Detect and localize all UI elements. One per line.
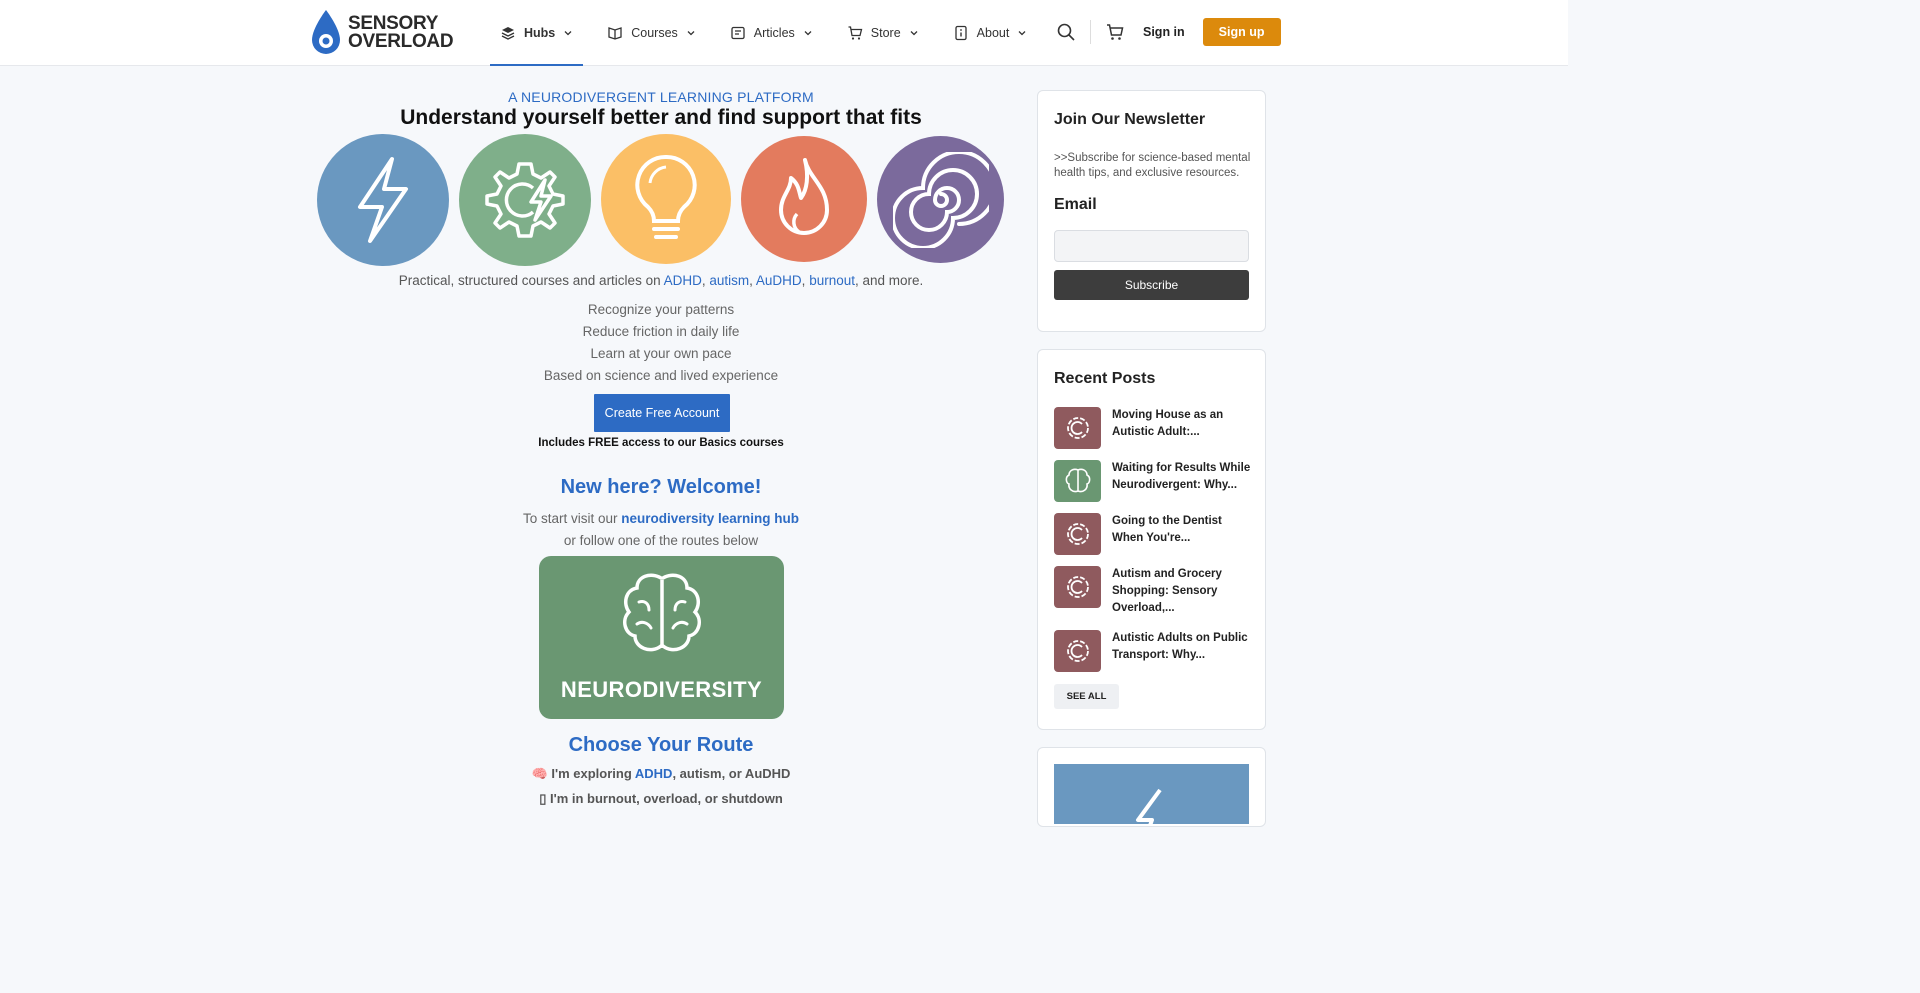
layers-icon xyxy=(501,27,515,40)
info-icon xyxy=(955,25,967,41)
article-icon xyxy=(731,26,745,40)
post-title: Autistic Adults on Public Transport: Why… xyxy=(1112,632,1248,661)
welcome-title: New here? Welcome! xyxy=(560,476,762,498)
email-label: Email xyxy=(1054,196,1097,213)
chevron-down-icon xyxy=(1018,31,1026,36)
cart-icon xyxy=(848,26,863,40)
hub-audhd[interactable] xyxy=(459,134,591,266)
post-title: Going to the Dentist When You're... xyxy=(1112,515,1222,544)
flame-icon xyxy=(779,158,829,235)
audhd-link[interactable]: AuDHD xyxy=(756,273,802,288)
post-thumbnail xyxy=(1054,407,1101,449)
nav-about[interactable]: About xyxy=(943,0,1038,66)
list-item[interactable]: Autism and Grocery Shopping: Sensory Ove… xyxy=(1054,566,1254,617)
hub-shutdown[interactable] xyxy=(877,136,1004,263)
signup-button[interactable]: Sign up xyxy=(1202,18,1281,46)
recent-posts-title: Recent Posts xyxy=(1054,370,1156,387)
hero-headline: Understand yourself better and find supp… xyxy=(400,106,922,129)
chevron-down-icon xyxy=(687,31,695,36)
promo-card xyxy=(1037,747,1266,827)
gear-icon xyxy=(1066,576,1089,598)
drop-logo-icon xyxy=(312,10,340,54)
welcome-text: To start visit our neurodiversity learni… xyxy=(522,511,800,548)
lightning-icon xyxy=(1136,788,1162,824)
create-account-button[interactable]: Create Free Account xyxy=(594,394,730,432)
neurodiversity-label: NEURODIVERSITY xyxy=(560,677,763,702)
hero-intro: Practical, structured courses and articl… xyxy=(398,273,924,288)
list-item[interactable]: Going to the Dentist When You're... xyxy=(1054,513,1254,555)
hero-benefits: Recognize your patterns Reduce friction … xyxy=(310,299,1012,387)
spiral-icon xyxy=(892,151,989,248)
nav-store[interactable]: Store xyxy=(837,0,929,66)
header-divider xyxy=(1090,20,1091,44)
hub-adhd[interactable] xyxy=(317,134,449,266)
benefit-item: Recognize your patterns xyxy=(587,302,735,317)
benefit-item: Reduce friction in daily life xyxy=(582,324,740,339)
hub-burnout[interactable] xyxy=(741,136,867,262)
promo-image[interactable] xyxy=(1054,764,1249,824)
chevron-down-icon xyxy=(910,31,918,36)
route-burnout[interactable]: ▯ I'm in burnout, overload, or shutdown xyxy=(310,791,1012,807)
list-item[interactable]: Waiting for Results While Neurodivergent… xyxy=(1054,460,1254,502)
routes-title: Choose Your Route xyxy=(568,734,754,756)
placeholder-emoji-icon: ▯ xyxy=(539,791,547,806)
main-nav: Hubs Courses Articles Store About xyxy=(490,0,1051,66)
learning-hub-link[interactable]: neurodiversity learning hub xyxy=(621,511,799,526)
nav-hubs[interactable]: Hubs xyxy=(490,0,584,66)
post-thumbnail xyxy=(1054,513,1101,555)
post-title: Autism and Grocery Shopping: Sensory Ove… xyxy=(1112,568,1222,614)
site-header: SENSORY OVERLOAD Hubs Courses Articles S… xyxy=(0,0,1568,66)
gear-lightning-icon xyxy=(485,162,565,238)
autism-link[interactable]: autism xyxy=(709,273,749,288)
lightbulb-icon xyxy=(635,154,697,239)
route-exploring[interactable]: 🧠 I'm exploring ADHD, autism, or AuDHD xyxy=(310,766,1012,782)
recent-posts-card: Recent Posts Moving House as an Autistic… xyxy=(1037,349,1266,730)
hub-icons-row xyxy=(316,134,1006,268)
burnout-link[interactable]: burnout xyxy=(809,273,855,288)
header-actions: Sign in Sign up xyxy=(1056,18,1281,46)
lightning-icon xyxy=(358,157,408,243)
email-field[interactable] xyxy=(1054,230,1249,262)
post-title: Moving House as an Autistic Adult:... xyxy=(1112,409,1224,438)
post-thumbnail xyxy=(1054,566,1101,608)
cart-icon[interactable] xyxy=(1105,22,1125,42)
chevron-down-icon xyxy=(804,31,812,36)
cta-note: Includes FREE access to our Basics cours… xyxy=(538,437,784,449)
gear-icon xyxy=(1066,523,1089,545)
brain-icon xyxy=(623,573,701,652)
chevron-down-icon xyxy=(564,31,572,36)
newsletter-title: Join Our Newsletter xyxy=(1054,111,1206,128)
post-title: Waiting for Results While Neurodivergent… xyxy=(1112,462,1251,491)
post-thumbnail xyxy=(1054,460,1101,502)
subscribe-button[interactable]: Subscribe xyxy=(1054,270,1249,300)
brain-icon xyxy=(1065,468,1090,493)
hub-learning[interactable] xyxy=(601,134,731,264)
benefit-item: Based on science and lived experience xyxy=(543,368,779,383)
post-thumbnail xyxy=(1054,630,1101,672)
nav-courses[interactable]: Courses xyxy=(597,0,706,66)
book-icon xyxy=(608,27,622,40)
list-item[interactable]: Moving House as an Autistic Adult:... xyxy=(1054,407,1254,449)
signin-link[interactable]: Sign in xyxy=(1143,25,1185,39)
search-icon[interactable] xyxy=(1056,22,1076,42)
brain-emoji-icon: 🧠 xyxy=(531,766,548,781)
newsletter-card: Join Our Newsletter >>Subscribe for scie… xyxy=(1037,90,1266,332)
route-adhd-link[interactable]: ADHD xyxy=(635,766,673,781)
nav-articles[interactable]: Articles xyxy=(720,0,823,66)
benefit-item: Learn at your own pace xyxy=(590,346,732,361)
adhd-link[interactable]: ADHD xyxy=(664,273,702,288)
logo-text: SENSORY OVERLOAD xyxy=(348,13,454,52)
see-all-button[interactable]: SEE ALL xyxy=(1054,684,1119,709)
gear-icon xyxy=(1066,640,1089,662)
hero-eyebrow: A NEURODIVERGENT LEARNING PLATFORM xyxy=(508,89,814,105)
newsletter-text: >>Subscribe for science-based mental hea… xyxy=(1054,152,1251,179)
logo[interactable]: SENSORY OVERLOAD xyxy=(308,8,458,58)
list-item[interactable]: Autistic Adults on Public Transport: Why… xyxy=(1054,630,1254,672)
gear-icon xyxy=(1066,417,1089,439)
neurodiversity-hub-card[interactable]: NEURODIVERSITY xyxy=(539,556,784,719)
